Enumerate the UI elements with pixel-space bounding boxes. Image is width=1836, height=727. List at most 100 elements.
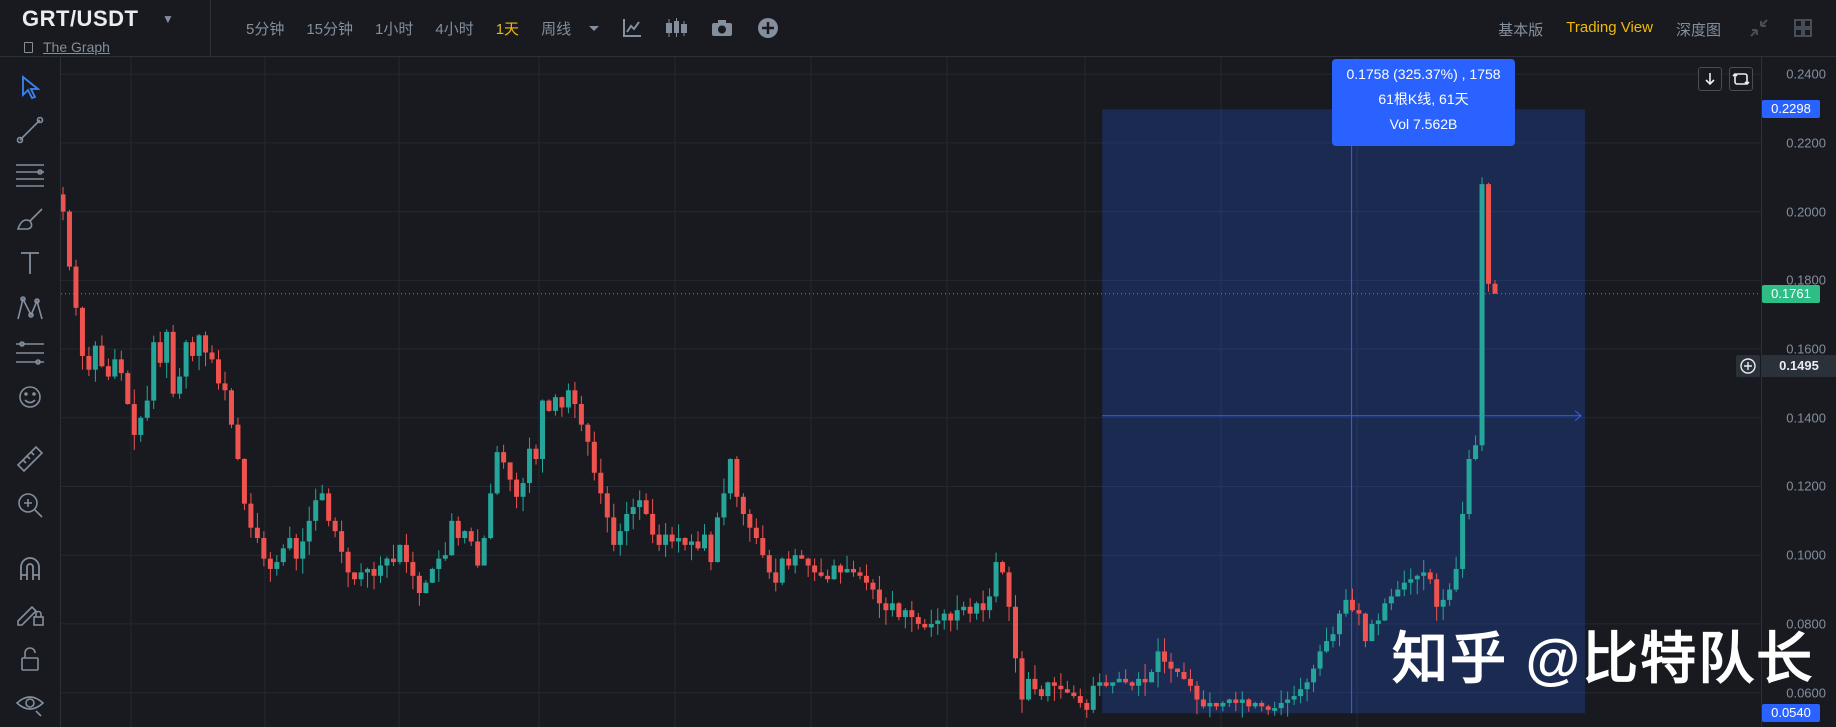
measure-line-1: 0.1758 (325.37%) , 1758: [1346, 66, 1501, 82]
candle-body: [1362, 613, 1368, 642]
candle-body: [1038, 689, 1044, 697]
candle-body: [708, 534, 714, 563]
drawing-toolbar: [0, 57, 61, 727]
candle-body: [1155, 651, 1161, 673]
candle-style-icon[interactable]: [664, 16, 688, 40]
pattern-icon[interactable]: [14, 293, 46, 325]
collapse-icon[interactable]: [1748, 17, 1770, 39]
candle-body: [436, 558, 442, 569]
symbol-subtitle[interactable]: The Graph: [24, 39, 110, 55]
candle-body: [1032, 678, 1038, 690]
candle-body: [1246, 699, 1252, 707]
candle-body: [721, 493, 727, 518]
eye-icon[interactable]: [14, 687, 46, 719]
candle-body: [993, 562, 999, 597]
indicator-icon[interactable]: [620, 16, 644, 40]
add-alert-icon[interactable]: [1736, 355, 1760, 377]
candle-body: [300, 541, 306, 559]
candle-body: [1343, 599, 1349, 614]
lock-icon[interactable]: [14, 643, 46, 675]
candle-body: [287, 538, 293, 549]
candle-body: [73, 266, 79, 308]
candle-body: [1045, 682, 1051, 697]
download-icon[interactable]: [1698, 67, 1722, 91]
interval-5[interactable]: 周线: [541, 18, 571, 39]
candle-body: [611, 517, 617, 545]
candle-body: [1382, 603, 1388, 621]
candle-body: [844, 568, 850, 573]
candle-body: [727, 459, 733, 494]
emoji-icon[interactable]: [14, 381, 46, 413]
add-icon[interactable]: [756, 16, 780, 40]
caret-down-icon[interactable]: ▼: [162, 12, 174, 26]
candle-body: [598, 472, 604, 494]
candle-body: [669, 534, 675, 542]
candle-body: [1369, 623, 1375, 642]
candle-body: [1071, 692, 1077, 697]
candle-body: [909, 610, 915, 618]
candle-body: [818, 572, 824, 576]
ruler-icon[interactable]: [14, 443, 46, 475]
interval-1[interactable]: 15分钟: [306, 18, 353, 39]
fib-icon[interactable]: [14, 337, 46, 369]
candle-body: [851, 568, 857, 573]
candle-body: [183, 342, 189, 377]
candle-body: [805, 558, 811, 566]
crosshair-price: 0.1495: [1762, 355, 1836, 377]
symbol-title[interactable]: GRT/USDT: [22, 6, 138, 32]
candle-body: [403, 544, 409, 563]
candle-body: [1453, 568, 1459, 590]
candle-body: [99, 345, 105, 367]
cursor-icon[interactable]: [14, 71, 46, 103]
candle-body: [1311, 668, 1317, 683]
candle-body: [863, 575, 869, 583]
interval-4[interactable]: 1天: [496, 18, 519, 39]
candle-body: [442, 555, 448, 559]
divider: [210, 0, 211, 56]
brush-icon[interactable]: [14, 203, 46, 235]
candle-body: [1129, 682, 1135, 686]
camera-icon[interactable]: [710, 16, 734, 40]
candle-body: [896, 603, 902, 618]
candle-body: [144, 400, 150, 418]
candle-body: [572, 390, 578, 405]
view-tab-0[interactable]: 基本版: [1498, 19, 1543, 40]
candle-body: [397, 544, 403, 563]
candle-body: [203, 335, 209, 353]
candle-body: [1324, 641, 1330, 652]
candle-body: [902, 610, 908, 618]
candle-body: [883, 603, 889, 611]
candle-body: [488, 493, 494, 539]
candle-body: [1220, 702, 1226, 707]
candle-body: [105, 366, 111, 377]
candle-body: [825, 575, 831, 580]
measure-line-2: 61根K线, 61天: [1378, 91, 1469, 107]
magnet-icon[interactable]: [14, 553, 46, 585]
candle-body: [1421, 572, 1427, 576]
candle-body: [1291, 696, 1297, 700]
candle-body: [326, 493, 332, 521]
candle-body: [151, 342, 157, 401]
refresh-icon[interactable]: [1729, 67, 1753, 91]
candle-body: [928, 623, 934, 628]
interval-2[interactable]: 1小时: [375, 18, 413, 39]
interval-0[interactable]: 5分钟: [246, 18, 284, 39]
interval-3[interactable]: 4小时: [435, 18, 473, 39]
candle-body: [1006, 572, 1012, 607]
trend-line-icon[interactable]: [14, 114, 46, 146]
candle-body: [974, 603, 980, 614]
candle-body: [1285, 699, 1291, 703]
horizontal-lines-icon[interactable]: [14, 159, 46, 191]
candle-body: [740, 496, 746, 514]
text-icon[interactable]: [14, 247, 46, 279]
candle-body: [1440, 599, 1446, 607]
view-tab-2[interactable]: 深度图: [1676, 19, 1721, 40]
lock-drawing-icon[interactable]: [14, 597, 46, 629]
zoom-in-icon[interactable]: [14, 489, 46, 521]
y-tick-label: 0.2000: [1786, 204, 1826, 220]
interval-more-icon[interactable]: [582, 16, 606, 40]
candle-body: [92, 345, 98, 370]
grid-icon[interactable]: [1792, 17, 1814, 39]
view-tab-1[interactable]: Trading View: [1566, 19, 1653, 40]
candle-body: [216, 359, 222, 384]
